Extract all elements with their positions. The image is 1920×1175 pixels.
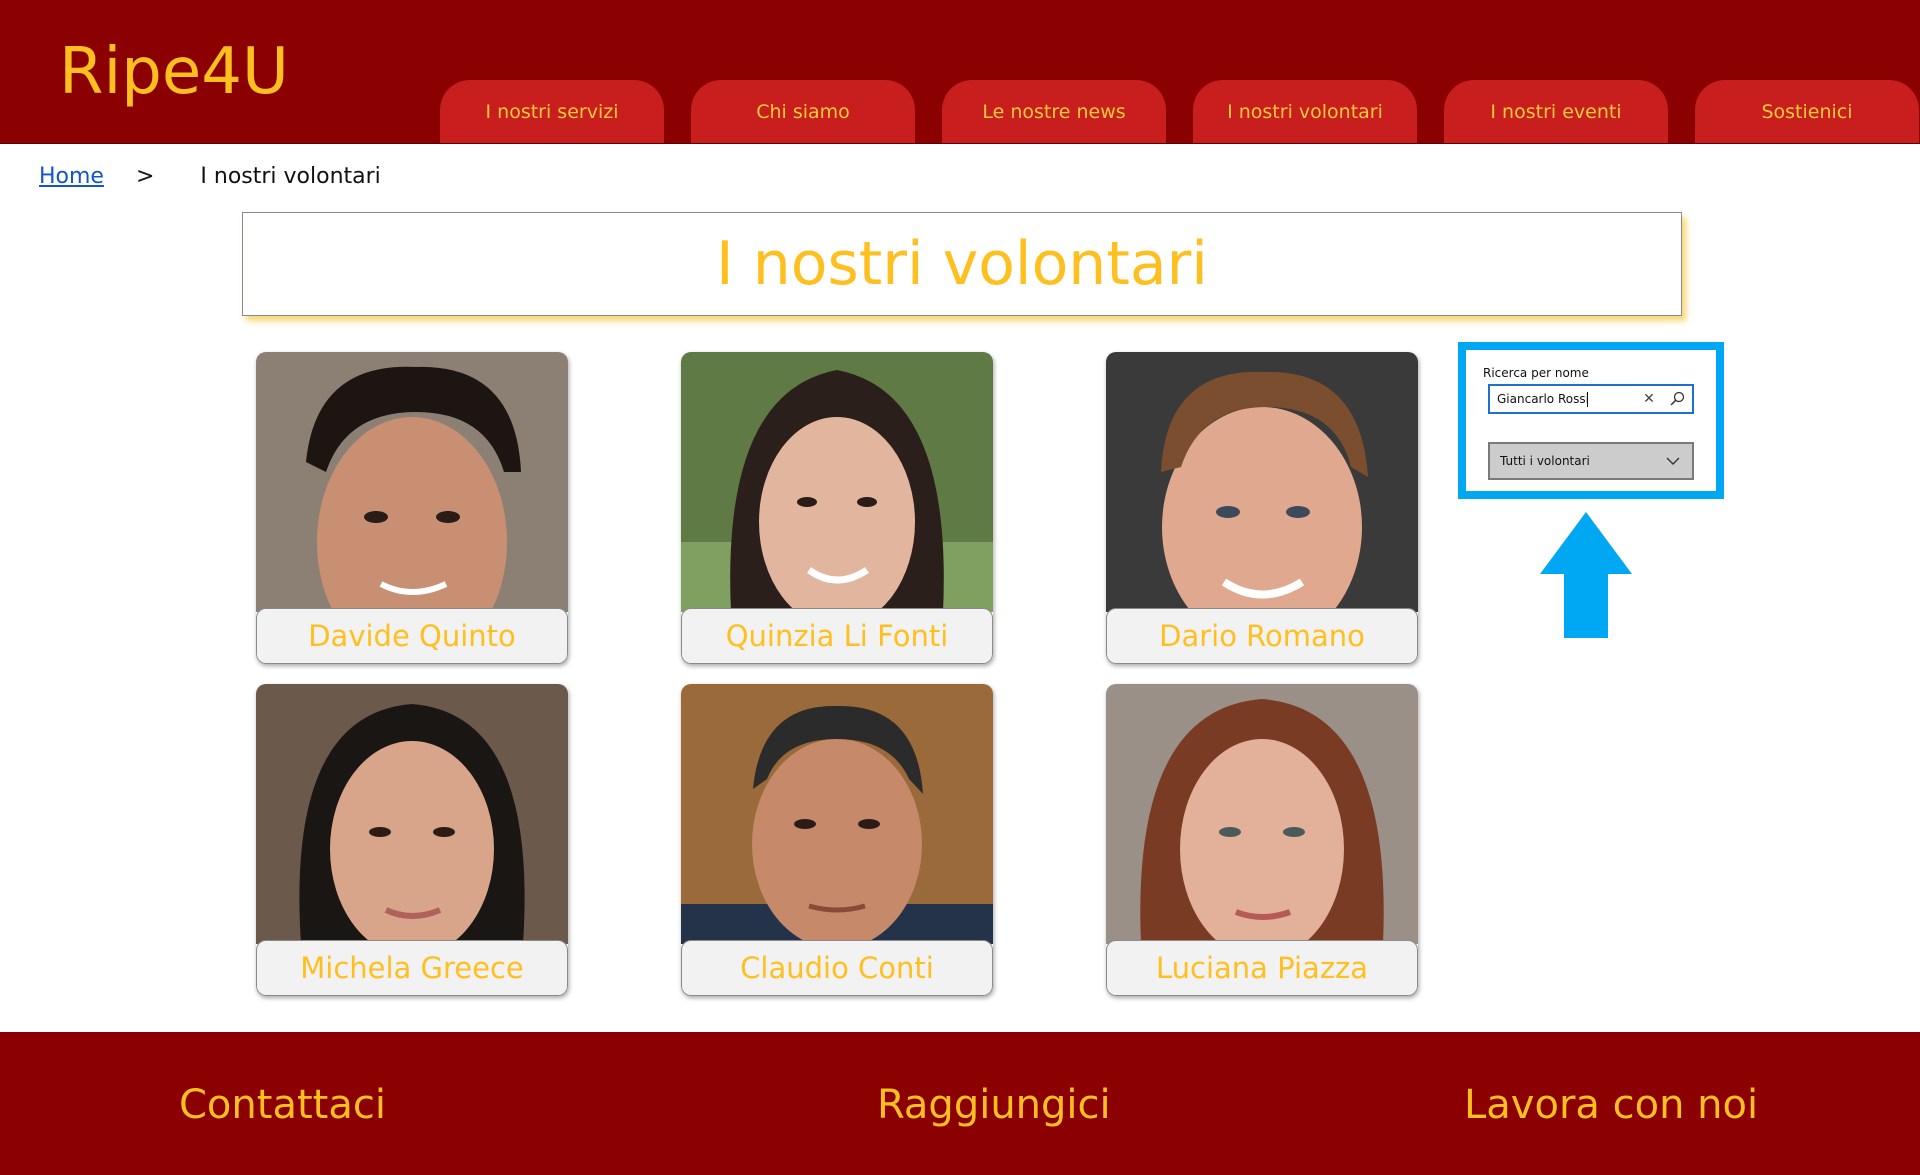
- footer-link-raggiungici[interactable]: Raggiungici: [877, 1082, 1111, 1128]
- site-header: Ripe4U I nostri servizi Chi siamo Le nos…: [0, 0, 1920, 144]
- volunteer-card[interactable]: Luciana Piazza: [1106, 684, 1418, 996]
- volunteer-photo: [256, 684, 568, 944]
- breadcrumb-current: I nostri volontari: [200, 163, 381, 189]
- clear-icon[interactable]: ✕: [1640, 390, 1658, 408]
- search-input-value: Giancarlo Rossi: [1497, 392, 1589, 406]
- volunteer-card[interactable]: Dario Romano: [1106, 352, 1418, 664]
- breadcrumb-separator: >: [135, 163, 155, 189]
- volunteer-name: Quinzia Li Fonti: [681, 608, 993, 664]
- footer-link-contattaci[interactable]: Contattaci: [179, 1082, 386, 1128]
- nav-tab-sostienici[interactable]: Sostienici: [1695, 80, 1919, 143]
- text-cursor: [1587, 392, 1588, 407]
- volunteer-filter-dropdown[interactable]: Tutti i volontari: [1488, 442, 1694, 480]
- search-label: Ricerca per nome: [1483, 366, 1589, 380]
- page-title-box: I nostri volontari: [242, 212, 1682, 316]
- volunteer-photo: [1106, 352, 1418, 612]
- nav-tab-news[interactable]: Le nostre news: [942, 80, 1166, 143]
- volunteer-card[interactable]: Davide Quinto: [256, 352, 568, 664]
- site-footer: Contattaci Raggiungici Lavora con noi: [0, 1032, 1920, 1175]
- volunteer-photo: [256, 352, 568, 612]
- volunteer-name: Claudio Conti: [681, 940, 993, 996]
- breadcrumb-home-link[interactable]: Home: [39, 164, 104, 189]
- footer-link-lavora[interactable]: Lavora con noi: [1464, 1082, 1758, 1128]
- page-title: I nostri volontari: [716, 229, 1208, 299]
- volunteer-photo: [681, 352, 993, 612]
- volunteer-name: Davide Quinto: [256, 608, 568, 664]
- volunteer-name: Michela Greece: [256, 940, 568, 996]
- main-nav: I nostri servizi Chi siamo Le nostre new…: [440, 80, 1920, 143]
- dropdown-selected-value: Tutti i volontari: [1500, 454, 1590, 468]
- nav-tab-volontari[interactable]: I nostri volontari: [1193, 80, 1417, 143]
- nav-tab-servizi[interactable]: I nostri servizi: [440, 80, 664, 143]
- breadcrumb: Home > I nostri volontari: [39, 160, 381, 192]
- chevron-down-icon: [1666, 457, 1680, 465]
- volunteer-photo: [1106, 684, 1418, 944]
- volunteer-card[interactable]: Quinzia Li Fonti: [681, 352, 993, 664]
- volunteer-photo: [681, 684, 993, 944]
- nav-tab-chi-siamo[interactable]: Chi siamo: [691, 80, 915, 143]
- up-arrow-icon: [1540, 512, 1632, 638]
- nav-tab-eventi[interactable]: I nostri eventi: [1444, 80, 1668, 143]
- volunteer-card[interactable]: Michela Greece: [256, 684, 568, 996]
- search-input[interactable]: Giancarlo Rossi ✕: [1488, 384, 1694, 414]
- search-panel: Ricerca per nome Giancarlo Rossi ✕ Tutti…: [1458, 342, 1724, 499]
- volunteer-card[interactable]: Claudio Conti: [681, 684, 993, 996]
- site-logo[interactable]: Ripe4U: [59, 30, 289, 114]
- search-icon[interactable]: [1668, 390, 1686, 408]
- volunteer-name: Luciana Piazza: [1106, 940, 1418, 996]
- volunteer-name: Dario Romano: [1106, 608, 1418, 664]
